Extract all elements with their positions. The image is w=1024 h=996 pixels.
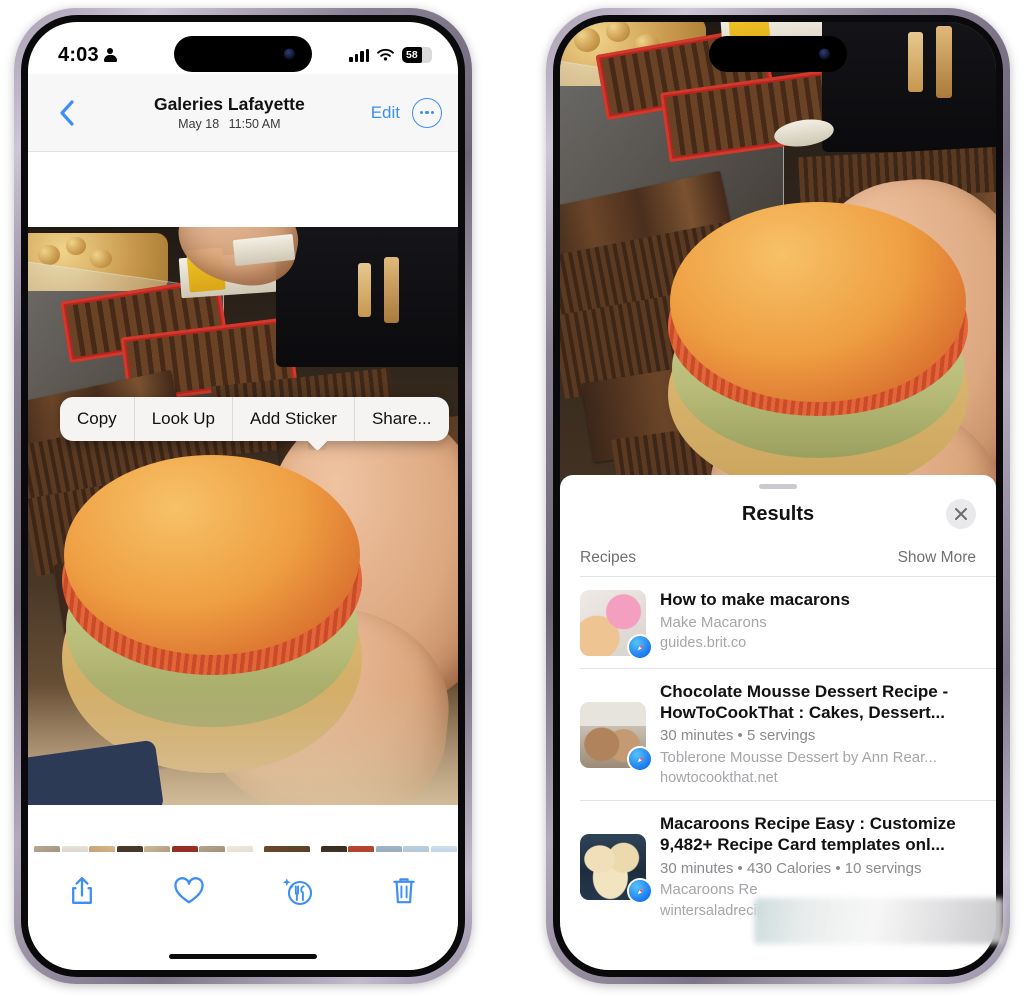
photo-image-macaron	[28, 227, 458, 805]
screen-left: 4:03 58 Galeries Lafayette May 18 11:50 …	[28, 22, 458, 970]
dynamic-island-right	[709, 36, 847, 72]
delete-button[interactable]	[351, 868, 459, 914]
context-menu: Copy Look Up Add Sticker Share...	[60, 397, 449, 441]
visual-lookup-results-sheet: Results Recipes Show More How to make ma…	[560, 475, 996, 970]
heart-icon	[174, 877, 204, 904]
result-row[interactable]: Chocolate Mousse Dessert Recipe - HowToC…	[560, 669, 996, 800]
battery-level-label: 58	[406, 49, 418, 61]
show-more-button[interactable]: Show More	[898, 549, 976, 567]
context-menu-pointer	[308, 440, 327, 450]
share-icon	[71, 877, 92, 904]
chevron-left-icon	[59, 99, 74, 126]
result-row[interactable]: How to make macarons Make Macarons guide…	[560, 577, 996, 668]
iphone-right: Results Recipes Show More How to make ma…	[546, 8, 1010, 984]
battery-icon: 58	[402, 47, 432, 63]
visual-lookup-food-icon	[282, 878, 312, 906]
menu-item-copy[interactable]: Copy	[60, 397, 134, 441]
sheet-title: Results	[741, 502, 815, 525]
status-time-label: 4:03	[58, 43, 99, 66]
photo-timestamp: May 18 11:50 AM	[88, 117, 371, 131]
front-camera-icon	[284, 48, 295, 60]
result-meta: 30 minutes • 5 servings	[660, 727, 816, 745]
status-clock: 4:03	[58, 44, 117, 67]
results-section-header: Recipes Show More	[560, 539, 996, 576]
safari-icon	[629, 748, 651, 771]
result-meta: 30 minutes • 430 Calories • 10 servings	[660, 859, 922, 877]
home-indicator-left	[169, 953, 317, 959]
visual-lookup-button[interactable]	[243, 868, 351, 914]
result-thumbnail-wrap	[580, 702, 651, 771]
trash-icon	[393, 878, 415, 904]
screenshot-stage: 4:03 58 Galeries Lafayette May 18 11:50 …	[0, 0, 1024, 996]
sheet-header: Results	[560, 489, 996, 539]
result-body: How to make macarons Make Macarons guide…	[660, 590, 978, 656]
result-subtitle: Macaroons Re	[660, 881, 758, 899]
dynamic-island-left	[174, 36, 312, 72]
photo-date: May 18	[178, 116, 220, 131]
safari-icon	[629, 880, 651, 903]
photo-time: 11:50 AM	[228, 116, 281, 131]
safari-icon	[629, 636, 651, 658]
close-icon	[955, 508, 967, 520]
page-title: Galeries Lafayette	[153, 94, 305, 115]
menu-item-share[interactable]: Share...	[353, 397, 449, 441]
menu-item-look-up[interactable]: Look Up	[133, 397, 232, 441]
result-title: Chocolate Mousse Dessert Recipe - HowToC…	[660, 682, 949, 722]
cellular-bars-icon	[349, 48, 369, 62]
edit-button[interactable]: Edit	[371, 103, 400, 123]
back-button[interactable]	[44, 99, 88, 127]
phone-bezel-left: 4:03 58 Galeries Lafayette May 18 11:50 …	[21, 15, 465, 977]
result-url: guides.brit.co	[660, 635, 747, 652]
favorite-button[interactable]	[136, 868, 244, 914]
result-url: howtocookthat.net	[660, 770, 778, 787]
result-body: Chocolate Mousse Dessert Recipe - HowToC…	[660, 682, 978, 788]
nav-actions: Edit	[371, 97, 442, 128]
result-title: Macaroons Recipe Easy : Customize 9,482+…	[660, 814, 956, 855]
menu-item-add-sticker[interactable]: Add Sticker	[232, 397, 354, 441]
screen-right: Results Recipes Show More How to make ma…	[560, 22, 996, 970]
more-circle-icon[interactable]	[412, 97, 442, 128]
photo-toolbar	[28, 852, 458, 970]
share-button[interactable]	[28, 868, 136, 914]
phone-bezel-right: Results Recipes Show More How to make ma…	[553, 15, 1003, 977]
result-title: How to make macarons	[660, 590, 850, 609]
nav-title-block: Galeries Lafayette May 18 11:50 AM	[88, 94, 371, 131]
iphone-left: 4:03 58 Galeries Lafayette May 18 11:50 …	[14, 8, 472, 984]
result-subtitle: Make Macarons	[660, 613, 767, 631]
photo-nav-bar: Galeries Lafayette May 18 11:50 AM Edit	[28, 74, 458, 152]
photo-viewer[interactable]: Copy Look Up Add Sticker Share...	[28, 227, 458, 805]
result-subtitle: Toblerone Mousse Dessert by Ann Rear...	[660, 748, 937, 766]
result-thumbnail-wrap	[580, 590, 651, 658]
close-button[interactable]	[946, 499, 976, 529]
person-icon	[103, 48, 117, 62]
front-camera-icon	[819, 48, 830, 60]
section-label-recipes: Recipes	[580, 549, 636, 566]
wifi-icon	[377, 48, 394, 61]
result-thumbnail-wrap	[580, 834, 651, 903]
status-indicators: 58	[349, 47, 432, 63]
redaction-blur	[754, 898, 1004, 944]
